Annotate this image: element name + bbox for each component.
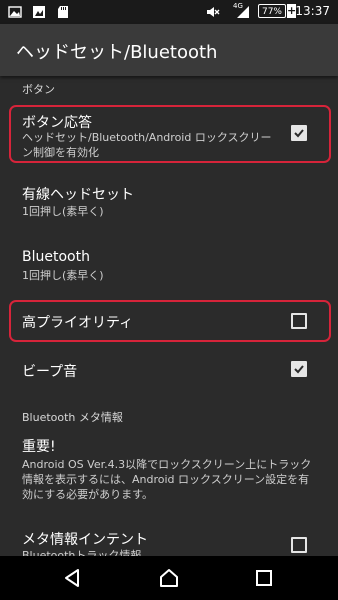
pref-summary-line2: ン制御を有効化 (22, 146, 99, 159)
pref-summary: 1回押し(素早く) (22, 269, 104, 282)
pref-bluetooth[interactable]: Bluetooth 1回押し(素早く) (0, 244, 338, 298)
back-icon[interactable] (62, 567, 84, 589)
pref-meta-intent[interactable]: メタ情報インテント Bluetoothトラック情報 (0, 524, 338, 556)
pref-title: 重要! (22, 439, 56, 455)
pref-title: Bluetooth (22, 249, 90, 265)
beep-checkbox[interactable] (291, 361, 307, 377)
button-response-checkbox[interactable] (291, 125, 307, 141)
pref-title: メタ情報インテント (22, 532, 148, 548)
pref-important[interactable]: 重要! Android OS Ver.4.3以降でロックスクリーン上にトラック … (0, 432, 338, 512)
pref-wired-headset[interactable]: 有線ヘッドセット 1回押し(素早く) (0, 178, 338, 232)
pref-title: ボタン応答 (22, 115, 92, 131)
home-icon[interactable] (158, 567, 180, 589)
pref-summary-line1: Android OS Ver.4.3以降でロックスクリーン上にトラック (22, 458, 312, 471)
photo-icon (33, 6, 45, 18)
navigation-bar (0, 556, 338, 600)
pref-summary-line2: 情報を表示するには、Android ロックスクリーン設定を有 (22, 473, 310, 486)
pref-summary: Bluetoothトラック情報 (22, 549, 142, 556)
pref-title: 有線ヘッドセット (22, 187, 134, 203)
checkmark-icon (294, 365, 304, 374)
checkmark-icon (294, 129, 304, 138)
status-bar: 4G 77% + 13:37 (0, 0, 338, 24)
pref-summary: 1回押し(素早く) (22, 205, 104, 218)
pref-title: 高プライオリティ (22, 315, 134, 331)
high-priority-checkbox[interactable] (291, 313, 307, 329)
clock: 13:37 (295, 4, 330, 18)
sd-card-icon (58, 6, 68, 18)
image-icon (8, 6, 22, 18)
battery-icon: 77% (258, 4, 286, 18)
pref-summary-line1: ヘッドセット/Bluetooth/Android ロックスクリー (22, 131, 272, 144)
pref-summary-line3: 効にする必要があります。 (22, 488, 154, 501)
section-header-buttons: ボタン (22, 83, 55, 96)
pref-beep[interactable]: ビープ音 (0, 352, 338, 388)
meta-intent-checkbox[interactable] (291, 537, 307, 553)
settings-list[interactable]: ボタン ボタン応答 ヘッドセット/Bluetooth/Android ロックスク… (0, 76, 338, 556)
battery-level: 77% (261, 7, 282, 17)
mute-icon (207, 7, 220, 17)
section-header-bluetooth-meta: Bluetooth メタ情報 (22, 411, 123, 424)
page-title: ヘッドセット/Bluetooth (16, 42, 218, 63)
pref-button-response[interactable]: ボタン応答 ヘッドセット/Bluetooth/Android ロックスクリー ン… (0, 105, 338, 163)
recents-icon[interactable] (253, 567, 275, 589)
pref-high-priority[interactable]: 高プライオリティ (0, 300, 338, 342)
app-bar: ヘッドセット/Bluetooth (0, 24, 338, 76)
signal-icon (237, 6, 249, 18)
pref-title: ビープ音 (22, 364, 78, 380)
